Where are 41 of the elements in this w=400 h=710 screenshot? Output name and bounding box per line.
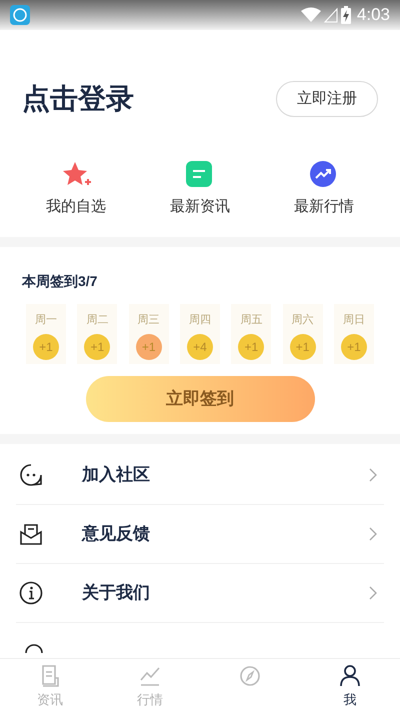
day-label: 周一 [35,312,57,328]
menu-label: 加入社区 [82,464,151,486]
wifi-icon [300,7,322,23]
checkin-button[interactable]: 立即签到 [86,376,314,422]
menu-label: 意见反馈 [82,522,151,545]
day-label: 周二 [86,312,108,328]
star-plus-icon [61,160,91,188]
tab-item[interactable]: 我 [300,659,400,710]
reward-badge: +1 [238,334,264,360]
chevron-right-icon [368,526,378,542]
reward-badge: +1 [340,334,367,360]
day-label: 周三 [138,312,160,328]
document-icon [185,160,215,188]
shortcut-item[interactable]: 我的自选 [21,160,131,218]
signal-icon [324,7,338,23]
day-label: 周四 [188,312,211,328]
status-time: 4:03 [356,4,390,26]
chevron-right-icon [368,466,378,482]
app-icon [10,5,30,25]
info-icon [19,580,43,604]
person-icon [338,664,362,688]
reward-badge: +1 [290,334,316,360]
battery-charging-icon [340,6,351,24]
shortcut-item[interactable]: 最新行情 [269,160,379,218]
trend-chart-icon [309,160,339,188]
login-title[interactable]: 点击登录 [22,78,134,120]
reward-badge: +1 [33,334,59,360]
menu-label: 关于我们 [82,582,151,604]
register-button[interactable]: 立即注册 [276,81,378,117]
shortcut-item[interactable]: 最新资讯 [145,160,255,218]
reward-badge: +1 [136,334,162,360]
chevron-right-icon [368,584,378,600]
day-label: 周日 [342,312,365,328]
envelope-icon [19,522,43,546]
reward-badge: +4 [186,334,213,360]
chat-bubble-icon [19,462,43,486]
day-label: 周五 [240,312,262,328]
reward-badge: +1 [84,334,110,360]
compass-icon [238,664,262,688]
checkin-title: 本周签到3/7 [22,272,98,290]
day-label: 周六 [292,312,314,328]
